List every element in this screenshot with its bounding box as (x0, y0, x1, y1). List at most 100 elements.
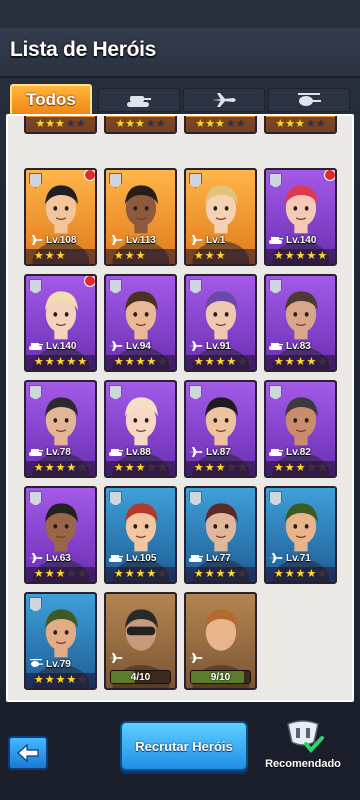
star-bar: ★★★★★ (266, 461, 335, 476)
hero-card[interactable]: Lv.83 ★ ★ ★ ★ ★ (264, 274, 337, 372)
star-bar: ★★★★★ (186, 461, 255, 476)
hero-level: Lv.82 (286, 447, 311, 458)
tank-icon (109, 444, 123, 462)
hero-card-cut[interactable]: ★★★ ★★ (184, 116, 257, 134)
star-icon: ★ (306, 568, 317, 580)
star-icon: ★ (215, 250, 226, 262)
tank-icon (269, 338, 283, 356)
star-bar: ★★★★★ (26, 673, 95, 688)
star-icon: ★ (33, 356, 44, 368)
star-icon: ★ (77, 356, 88, 368)
star-icon: ★ (204, 568, 215, 580)
recruit-heroes-label: Recrutar Heróis (135, 738, 233, 754)
star-icon: ★ (124, 250, 135, 262)
star-icon: ★ (55, 356, 66, 368)
star-icon: ★ (146, 356, 157, 368)
star-icon: ★ (66, 250, 77, 262)
tank-icon (127, 96, 151, 107)
hero-card[interactable]: Lv.140 ★ ★ ★ ★ ★ (24, 274, 97, 372)
hero-card[interactable]: Lv.82 ★ ★ ★ ★ ★ (264, 380, 337, 478)
star-icon: ★ (55, 568, 66, 580)
aircraft-icon (269, 550, 283, 568)
star-icon: ★ (237, 462, 248, 474)
level-row: Lv.83 (266, 339, 335, 354)
star-icon: ★ (157, 250, 168, 262)
hero-card[interactable]: Lv.140 ★ ★ ★ ★ ★ (264, 168, 337, 266)
hero-level: Lv.91 (206, 341, 231, 352)
tab-all[interactable]: Todos (10, 84, 92, 114)
hero-level: Lv.79 (46, 659, 71, 670)
star-bar: ★★★★★ (26, 355, 95, 370)
star-icon: ★ (273, 568, 284, 580)
hero-card[interactable]: Lv.1 ★ ★ ★ ★ ★ (184, 168, 257, 266)
hero-card[interactable]: Lv.77 ★ ★ ★ ★ ★ (184, 486, 257, 584)
aircraft-icon (189, 338, 203, 356)
tab-all-label: Todos (26, 90, 76, 109)
aircraft-icon (189, 444, 203, 462)
aircraft-icon (212, 93, 236, 107)
level-row (106, 651, 175, 666)
hero-card[interactable]: Lv.108 ★ ★ ★ ★ ★ (24, 168, 97, 266)
star-icon: ★ (77, 462, 88, 474)
star-bar: ★★★★★ (186, 117, 255, 132)
star-icon: ★ (66, 462, 77, 474)
level-row: Lv.78 (26, 445, 95, 460)
star-bar: ★★★★★ (266, 355, 335, 370)
star-icon: ★ (204, 356, 215, 368)
star-icon: ★ (226, 568, 237, 580)
star-bar: ★★★★★ (266, 117, 335, 132)
hero-card[interactable]: Lv.78 ★ ★ ★ ★ ★ (24, 380, 97, 478)
hero-card[interactable]: Lv.71 ★ ★ ★ ★ ★ (264, 486, 337, 584)
hero-card-locked[interactable]: 4/10 (104, 592, 177, 690)
notification-dot (324, 170, 335, 181)
hero-level: Lv.83 (286, 341, 311, 352)
star-icon: ★ (226, 356, 237, 368)
tab-tank[interactable] (98, 88, 180, 112)
hero-card[interactable]: Lv.91 ★ ★ ★ ★ ★ (184, 274, 257, 372)
star-icon: ★ (317, 356, 328, 368)
hero-level: Lv.108 (46, 235, 77, 246)
star-icon: ★ (273, 462, 284, 474)
star-icon: ★ (284, 462, 295, 474)
hero-level: Lv.140 (46, 341, 77, 352)
tab-aircraft[interactable] (183, 88, 265, 112)
back-button[interactable] (8, 736, 48, 770)
star-icon: ★ (113, 462, 124, 474)
star-icon: ★ (226, 250, 237, 262)
hero-card-cut[interactable]: ★★★ ★★ (24, 116, 97, 134)
recommended-button[interactable]: Recomendado (258, 718, 348, 778)
hero-card-cut[interactable]: ★★★ ★★ (264, 116, 337, 134)
shard-progress-text: 4/10 (130, 671, 151, 683)
level-row: Lv.105 (106, 551, 175, 566)
star-icon: ★ (146, 568, 157, 580)
star-icon: ★ (306, 250, 317, 262)
tank-icon (269, 444, 283, 462)
hero-card-cut[interactable]: ★★★ ★★ (104, 116, 177, 134)
star-icon: ★ (237, 356, 248, 368)
hero-card[interactable]: Lv.94 ★ ★ ★ ★ ★ (104, 274, 177, 372)
level-row: Lv.91 (186, 339, 255, 354)
recruit-heroes-button[interactable]: Recrutar Heróis (120, 721, 248, 771)
star-icon: ★ (193, 462, 204, 474)
star-icon: ★ (295, 250, 306, 262)
level-row (186, 651, 255, 666)
hero-card[interactable]: Lv.87 ★ ★ ★ ★ ★ (184, 380, 257, 478)
star-icon: ★ (135, 356, 146, 368)
hero-card[interactable]: Lv.113 ★ ★ ★ ★ ★ (104, 168, 177, 266)
star-bar: ★★★★★ (106, 117, 175, 132)
star-icon: ★ (124, 356, 135, 368)
hero-level: Lv.88 (126, 447, 151, 458)
aircraft-icon (29, 550, 43, 568)
hero-card-locked[interactable]: 9/10 (184, 592, 257, 690)
star-bar: ★★★★★ (106, 461, 175, 476)
star-icon: ★ (204, 250, 215, 262)
hero-card[interactable]: Lv.105 ★ ★ ★ ★ ★ (104, 486, 177, 584)
hero-card[interactable]: Lv.63 ★ ★ ★ ★ ★ (24, 486, 97, 584)
hero-card[interactable]: Lv.79 ★ ★ ★ ★ ★ (24, 592, 97, 690)
aircraft-icon (189, 232, 203, 250)
star-bar: ★★★★★ (26, 567, 95, 582)
tab-helicopter[interactable] (268, 88, 350, 112)
star-bar: ★★★★★ (106, 355, 175, 370)
hero-card[interactable]: Lv.88 ★ ★ ★ ★ ★ (104, 380, 177, 478)
star-icon: ★ (295, 568, 306, 580)
